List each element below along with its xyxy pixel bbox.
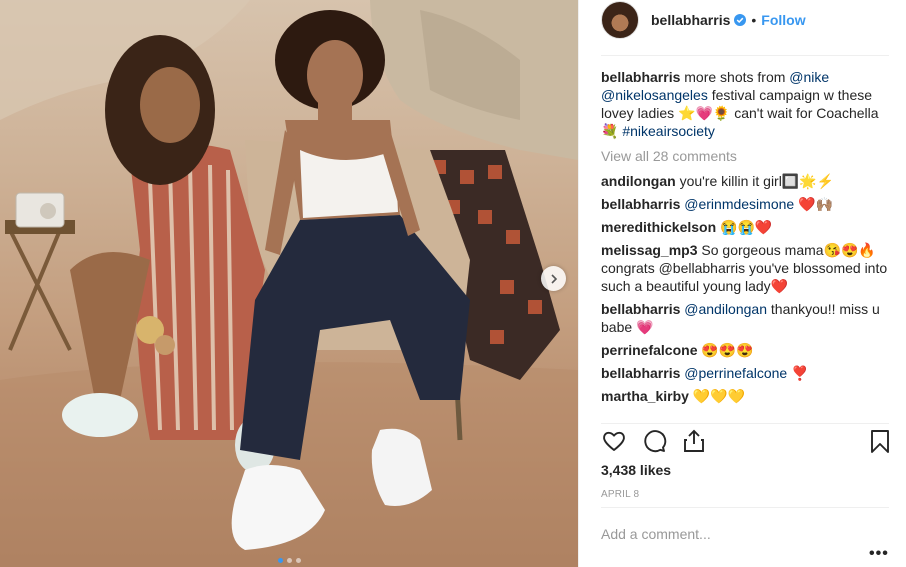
comment-text: 😭😭❤️ <box>720 219 773 235</box>
comment-item: perrinefalcone 😍😍😍 <box>601 341 893 359</box>
comment-username[interactable]: perrinefalcone <box>601 342 697 358</box>
photo-illustration <box>0 0 578 567</box>
caption-hashtag[interactable]: #nikeairsociety <box>622 123 715 139</box>
comment-mention[interactable]: @andilongan <box>684 301 767 317</box>
heart-icon[interactable] <box>601 428 627 454</box>
header-separator: • <box>751 11 757 28</box>
verified-badge-icon <box>734 13 747 26</box>
comment-username[interactable]: martha_kirby <box>601 388 689 404</box>
carousel-dot-2[interactable] <box>286 558 292 563</box>
comment-text: 😍😍😍 <box>701 342 754 358</box>
carousel-next-button[interactable] <box>541 266 566 291</box>
view-all-comments-link[interactable]: View all 28 comments <box>601 147 893 165</box>
comments-list: bellabharris more shots from @nike @nike… <box>601 68 893 410</box>
likes-count[interactable]: 3,438 likes <box>601 462 671 478</box>
comment-mention[interactable]: @erinmdesimone <box>684 196 794 212</box>
divider <box>601 507 889 508</box>
chevron-right-icon <box>550 273 557 284</box>
comment-item: meredithickelson 😭😭❤️ <box>601 218 893 236</box>
comment-username[interactable]: melissag_mp3 <box>601 242 698 258</box>
carousel-indicator <box>0 558 578 563</box>
comment-username[interactable]: bellabharris <box>601 196 680 212</box>
bookmark-icon[interactable] <box>867 428 893 454</box>
comment-item: martha_kirby 💛💛💛 <box>601 387 893 405</box>
comment-username[interactable]: bellabharris <box>601 365 680 381</box>
carousel-dot-3[interactable] <box>295 558 301 563</box>
post-caption: bellabharris more shots from @nike @nike… <box>601 68 893 140</box>
action-bar <box>601 428 889 456</box>
comment-username[interactable]: bellabharris <box>601 301 680 317</box>
post-date: APRIL 8 <box>601 489 640 500</box>
caption-text-1: more shots from <box>684 69 786 85</box>
share-icon[interactable] <box>681 428 707 454</box>
comment-text: ❤️🙌🏽 <box>798 196 833 212</box>
comment-item: bellabharris @erinmdesimone ❤️🙌🏽 <box>601 195 893 213</box>
comment-text: 💛💛💛 <box>692 388 746 404</box>
post-photo[interactable] <box>0 0 578 567</box>
follow-button[interactable]: Follow <box>761 12 805 28</box>
comment-item: bellabharris @perrinefalcone ❣️ <box>601 364 893 382</box>
comment-text: ❣️ <box>791 365 809 381</box>
caption-mention-nikelosangeles[interactable]: @nikelosangeles <box>601 87 708 103</box>
divider <box>601 423 889 424</box>
divider <box>601 55 889 56</box>
comment-item: bellabharris @andilongan thankyou!! miss… <box>601 300 893 336</box>
post-header: bellabharris • Follow <box>601 0 889 39</box>
comment-mention[interactable]: @perrinefalcone <box>684 365 787 381</box>
add-comment-input[interactable] <box>601 526 861 542</box>
caption-username[interactable]: bellabharris <box>601 69 680 85</box>
comment-username[interactable]: andilongan <box>601 173 676 189</box>
carousel-dot-1[interactable] <box>277 558 283 563</box>
comment-icon[interactable] <box>641 428 667 454</box>
header-username[interactable]: bellabharris <box>651 12 730 28</box>
comment-username[interactable]: meredithickelson <box>601 219 716 235</box>
avatar[interactable] <box>601 0 639 39</box>
comment-item: andilongan you're killin it girl🔲🌟⚡ <box>601 172 893 190</box>
more-options-button[interactable]: ••• <box>869 545 889 563</box>
caption-mention-nike[interactable]: @nike <box>789 69 829 85</box>
comment-item: melissag_mp3 So gorgeous mama😘😍🔥 congrat… <box>601 241 893 295</box>
comment-text: you're killin it girl🔲🌟⚡ <box>679 173 835 189</box>
post-details-panel: bellabharris • Follow bellabharris more … <box>578 0 906 567</box>
